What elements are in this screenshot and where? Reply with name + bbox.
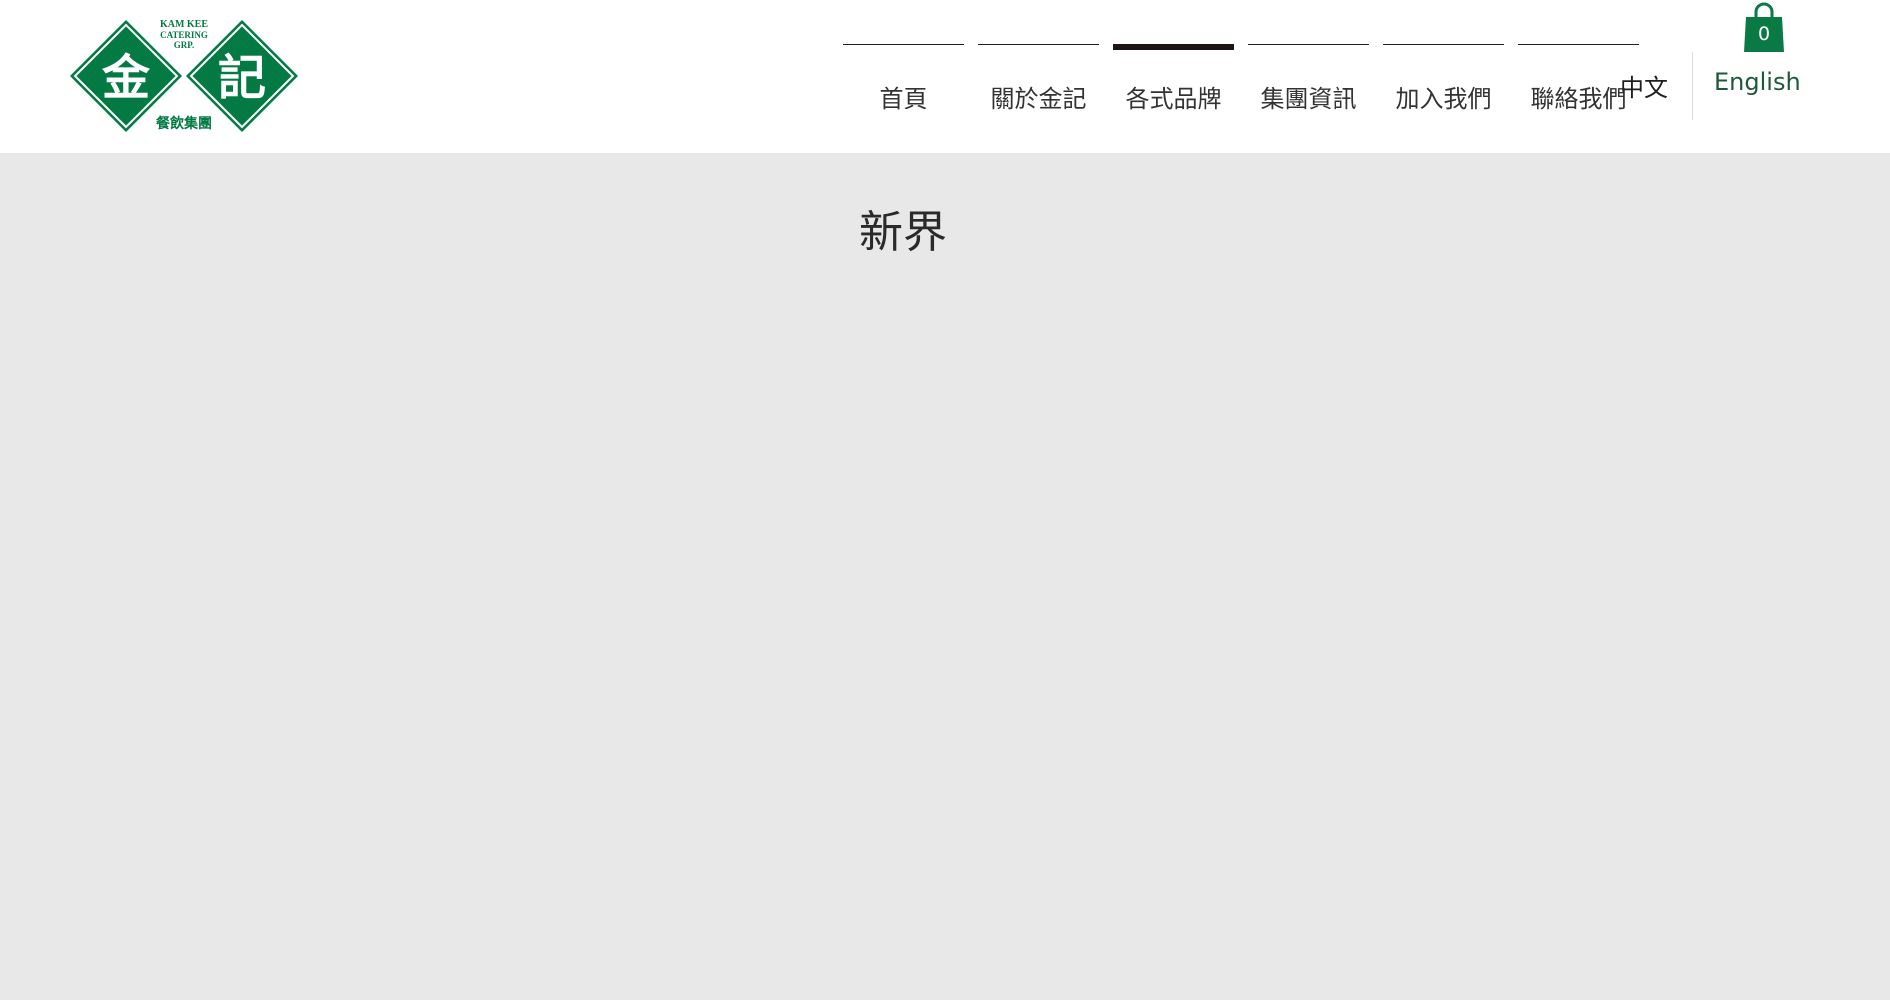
cart-button[interactable]: 0 (1743, 2, 1785, 54)
nav-item-label: 各式品牌 (1125, 85, 1222, 113)
logo-text-line3: GRP. (174, 40, 194, 50)
logo-text-line2: CATERING (160, 30, 208, 40)
nav-item-label: 加入我們 (1395, 85, 1492, 113)
nav-item-join-us[interactable]: 加入我們 (1383, 44, 1504, 124)
cart-count: 0 (1757, 23, 1771, 45)
language-divider (1692, 52, 1693, 120)
nav-item-home[interactable]: 首頁 (843, 44, 964, 124)
site-header: KAM KEE CATERING GRP. 金 記 餐飲集團 首頁 關於金記 各… (0, 0, 1890, 153)
nav-item-label: 首頁 (879, 85, 928, 113)
language-english-link[interactable]: English (1714, 68, 1801, 96)
page-title: 新界 (859, 207, 947, 258)
nav-item-label: 關於金記 (990, 85, 1087, 113)
nav-item-bar (978, 44, 1099, 45)
nav-item-bar (1383, 44, 1504, 45)
nav-item-bar-active (1113, 44, 1234, 50)
nav-item-bar (843, 44, 964, 45)
nav-item-label: 集團資訊 (1260, 85, 1357, 113)
logo-char-right: 記 (218, 50, 266, 106)
nav-item-bar (1248, 44, 1369, 45)
logo-text-line1: KAM KEE (160, 19, 208, 30)
nav-item-brands[interactable]: 各式品牌 (1113, 44, 1234, 124)
nav-item-about[interactable]: 關於金記 (978, 44, 1099, 124)
nav-item-bar (1518, 44, 1639, 45)
brand-logo[interactable]: KAM KEE CATERING GRP. 金 記 餐飲集團 (68, 16, 300, 136)
nav-item-group-info[interactable]: 集團資訊 (1248, 44, 1369, 124)
logo-char-left: 金 (101, 50, 151, 106)
logo-tagline: 餐飲集團 (155, 115, 212, 132)
language-chinese-link[interactable]: 中文 (1620, 68, 1668, 103)
